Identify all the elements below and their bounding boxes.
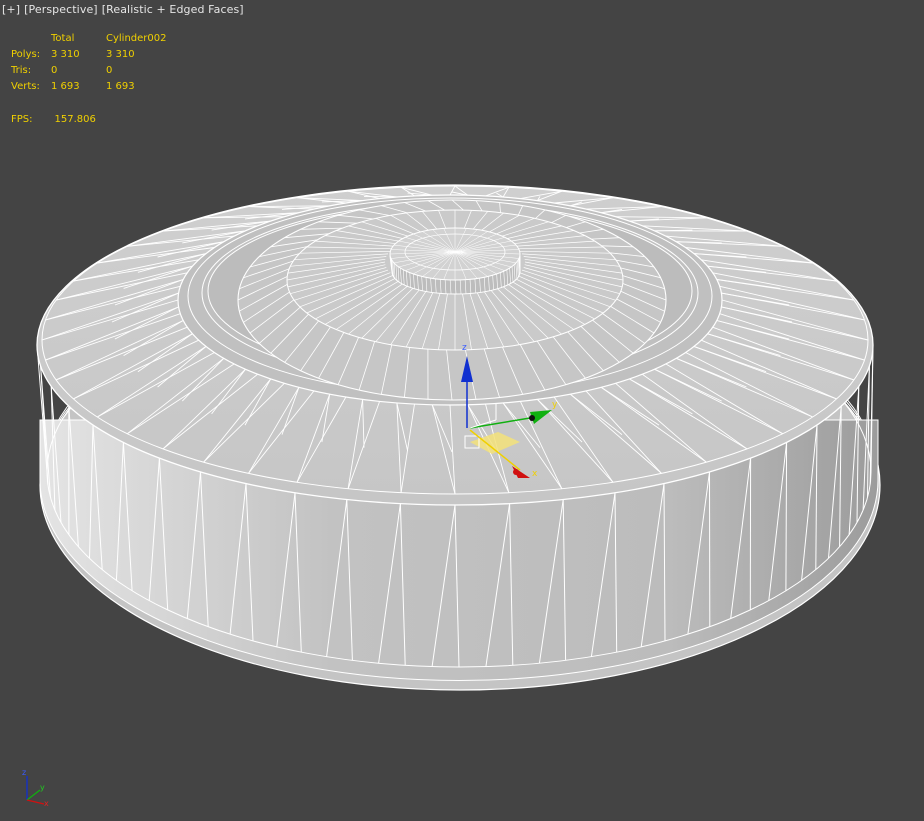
tripod-y-label: y bbox=[40, 783, 45, 792]
world-axis-tripod: z y x bbox=[22, 768, 49, 808]
tripod-x-axis bbox=[26, 799, 45, 805]
gizmo-y-cap bbox=[529, 415, 535, 421]
viewport-canvas[interactable]: z y x z y x bbox=[0, 0, 924, 821]
tripod-y-axis bbox=[26, 789, 41, 801]
gizmo-y-label: y bbox=[552, 400, 558, 410]
gizmo-z-label: z bbox=[462, 343, 467, 353]
tripod-z-label: z bbox=[22, 768, 26, 777]
cylinder-mesh[interactable] bbox=[36, 184, 881, 691]
gizmo-x-cap bbox=[513, 469, 519, 475]
mesh-edge bbox=[785, 442, 788, 591]
tripod-x-label: x bbox=[44, 799, 49, 808]
gizmo-x-label: x bbox=[532, 469, 538, 479]
